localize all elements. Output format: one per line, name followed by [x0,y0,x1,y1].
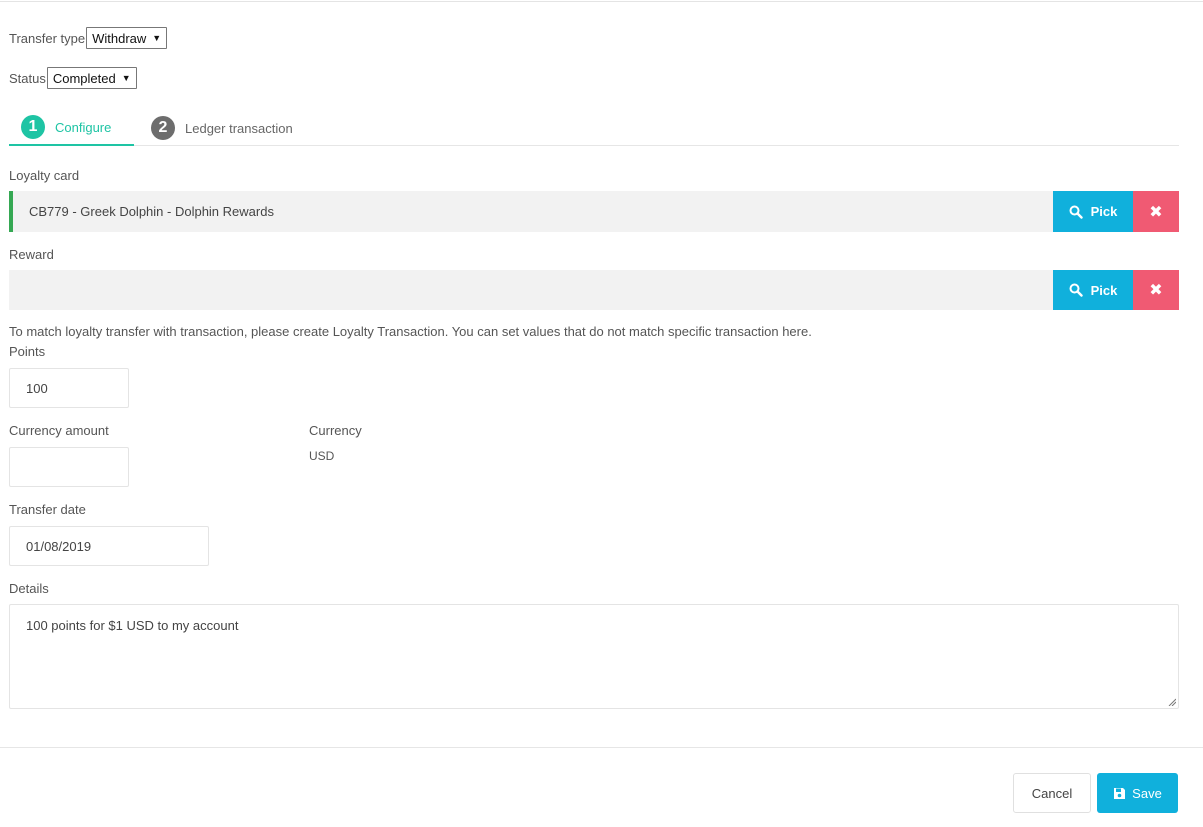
currency-value: USD [309,449,335,463]
transfer-date-label: Transfer date [9,502,86,517]
loyalty-card-clear-button[interactable]: ✖ [1133,191,1179,232]
loyalty-card-pick-button[interactable]: Pick [1053,191,1133,232]
search-icon [1069,283,1083,297]
reward-value[interactable] [9,270,1053,310]
step-tabs: 1 Configure 2 Ledger transaction [9,110,1179,146]
status-label: Status [9,70,46,86]
transfer-type-row: Transfer type Withdraw ▼ [9,27,168,49]
save-button[interactable]: Save [1097,773,1178,813]
tab-ledger-label: Ledger transaction [185,120,293,136]
close-icon: ✖ [1149,203,1163,221]
tab-ledger-transaction[interactable]: 2 Ledger transaction [151,110,293,146]
caret-down-icon: ▼ [121,73,131,83]
points-input[interactable]: 100 [9,368,129,408]
transfer-type-select[interactable]: Withdraw ▼ [86,27,168,49]
loyalty-card-picker: CB779 - Greek Dolphin - Dolphin Rewards … [9,191,1179,232]
status-select[interactable]: Completed ▼ [46,67,137,89]
reward-picker: Pick ✖ [9,270,1179,310]
currency-amount-label: Currency amount [9,423,109,438]
currency-amount-input[interactable] [9,447,129,487]
step-two-icon: 2 [151,116,175,140]
pick-label: Pick [1090,204,1118,219]
pick-label: Pick [1090,282,1118,298]
cancel-button[interactable]: Cancel [1013,773,1091,813]
details-label: Details [9,581,49,596]
search-icon [1069,205,1083,219]
status-row: Status Completed ▼ [9,67,137,89]
currency-label: Currency [309,423,362,438]
caret-down-icon: ▼ [152,33,162,43]
footer-divider [0,747,1203,748]
save-label: Save [1132,785,1162,801]
reward-clear-button[interactable]: ✖ [1133,270,1179,310]
floppy-disk-icon [1114,787,1126,799]
reward-pick-button[interactable]: Pick [1053,270,1133,310]
details-textarea[interactable]: 100 points for $1 USD to my account [9,604,1179,709]
transfer-date-input[interactable]: 01/08/2019 [9,526,209,566]
details-text: 100 points for $1 USD to my account [26,618,239,633]
reward-label: Reward [9,247,54,262]
transfer-type-label: Transfer type [9,30,86,46]
tab-configure[interactable]: 1 Configure [9,110,134,146]
loyalty-card-value[interactable]: CB779 - Greek Dolphin - Dolphin Rewards [9,191,1053,232]
step-one-icon: 1 [21,115,45,139]
tab-configure-label: Configure [55,119,112,135]
loyalty-card-label: Loyalty card [9,168,80,183]
resize-grip-icon[interactable] [1168,698,1176,706]
close-icon: ✖ [1149,282,1163,299]
top-divider [0,0,1203,2]
status-value: Completed [52,70,116,86]
points-label: Points [9,344,46,359]
transfer-type-value: Withdraw [92,30,147,46]
transaction-note: To match loyalty transfer with transacti… [9,324,812,339]
